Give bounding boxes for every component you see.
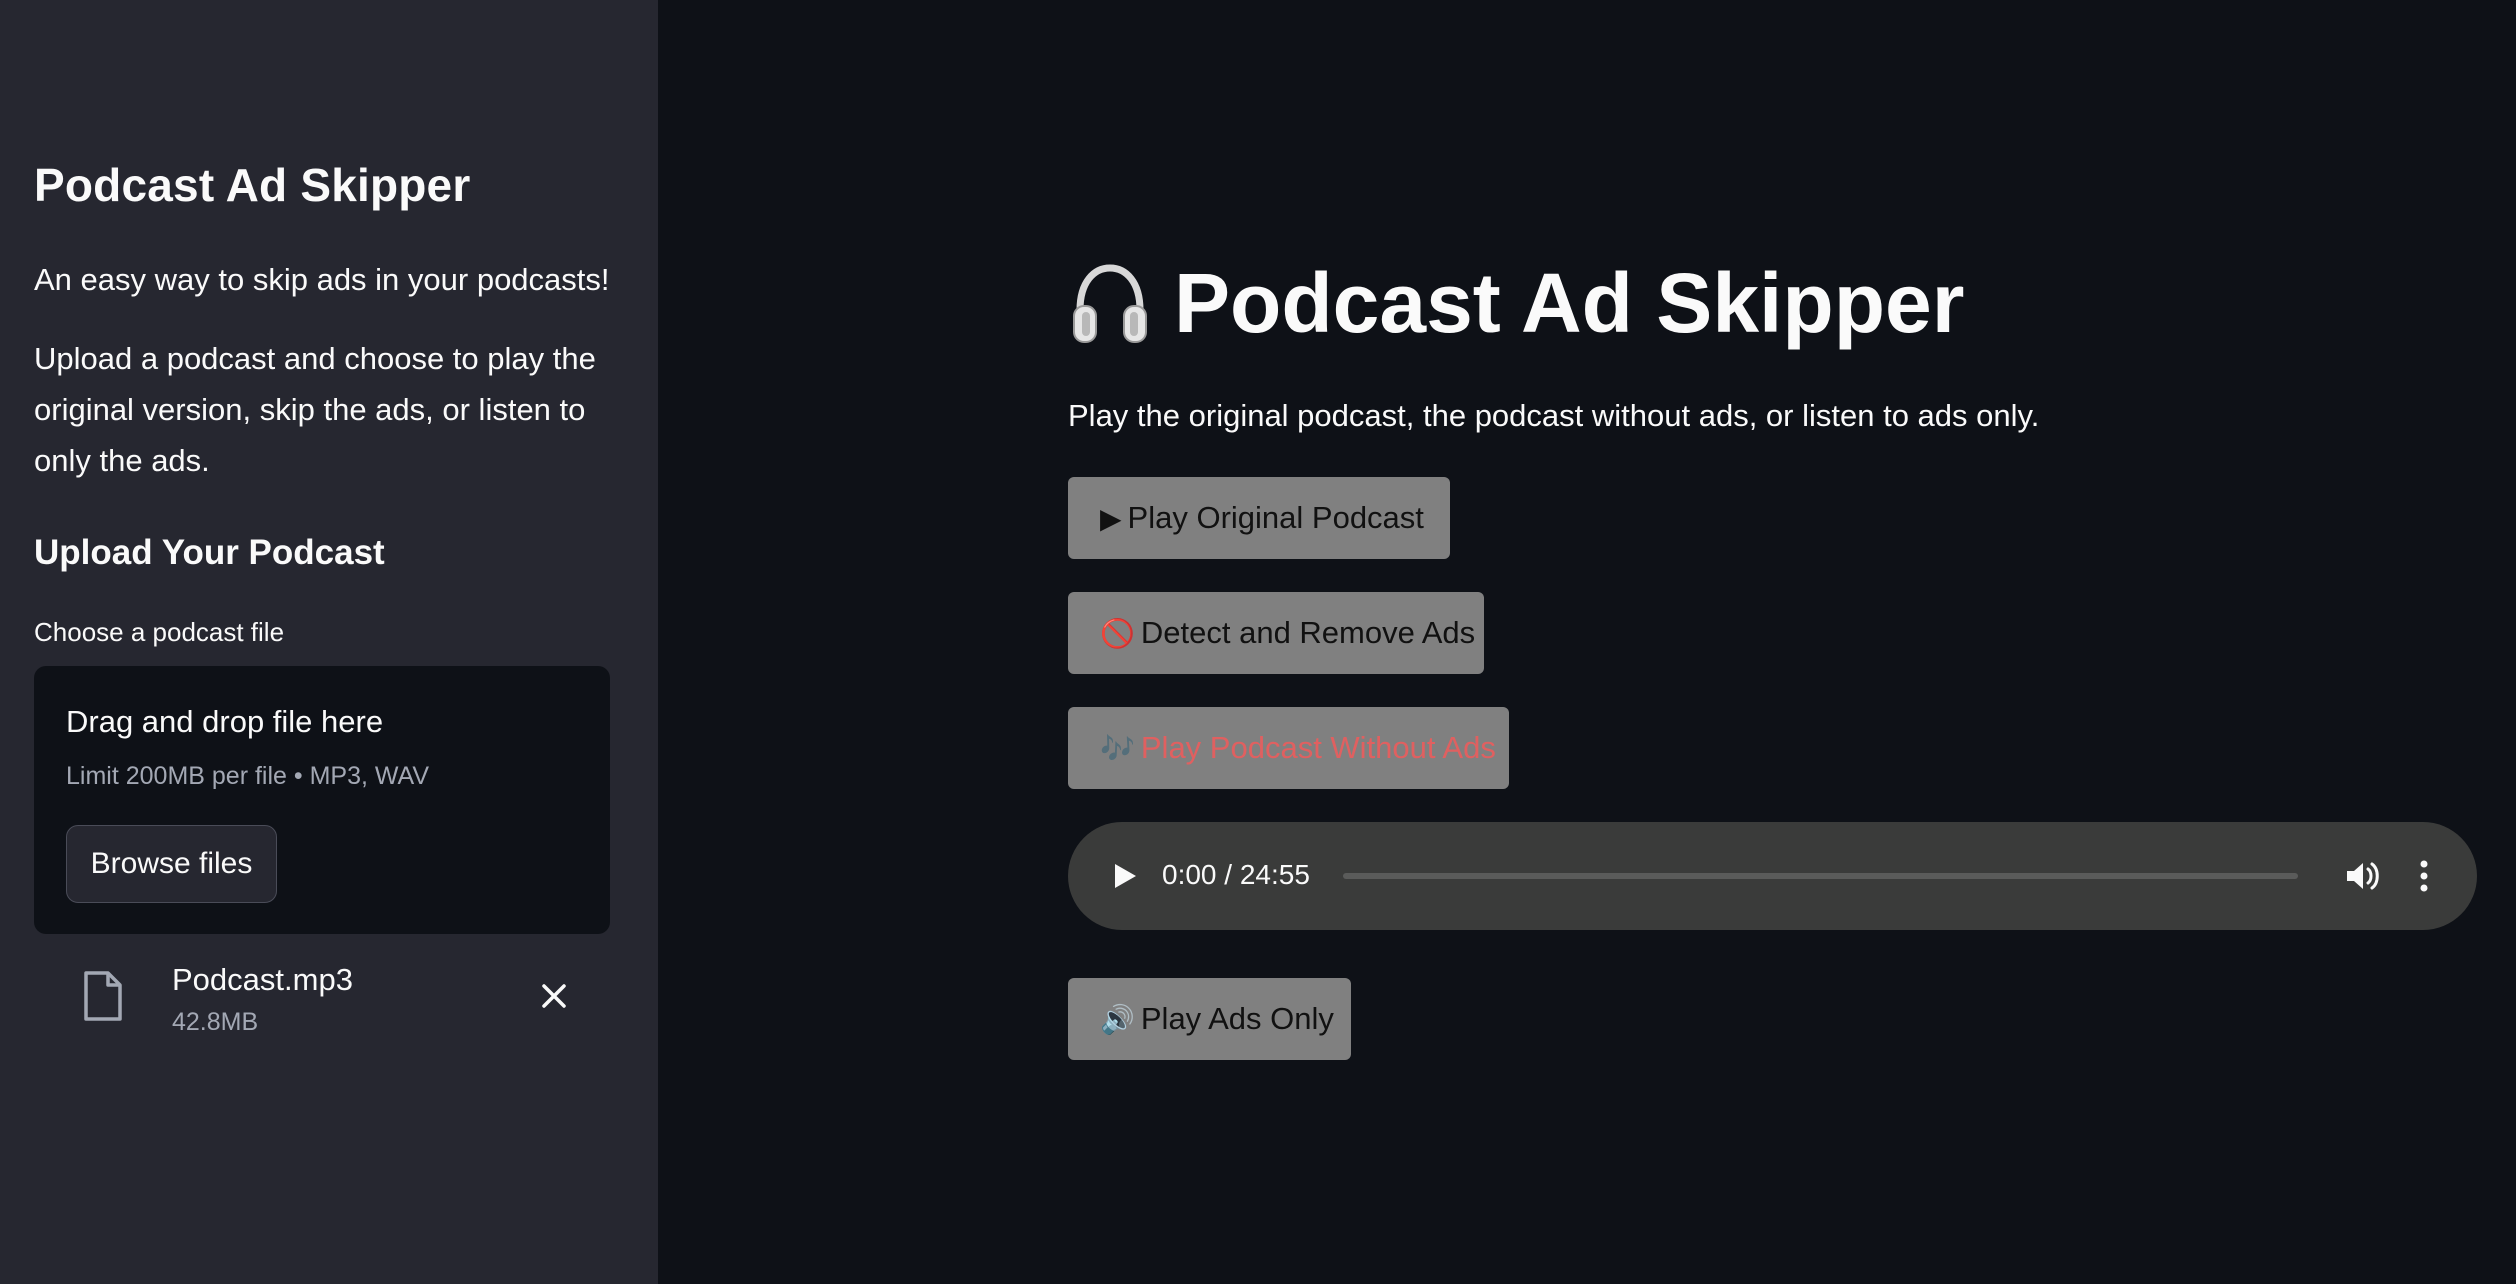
play-original-label: Play Original Podcast	[1127, 500, 1424, 535]
play-icon: ▶	[1100, 502, 1122, 534]
uploaded-file-item: Podcast.mp3 42.8MB	[34, 956, 610, 1046]
audio-player: 0:00 / 24:55	[1068, 822, 2477, 930]
close-icon[interactable]	[536, 978, 572, 1014]
audio-seek-bar[interactable]	[1343, 873, 2298, 879]
page-title: Podcast Ad Skipper	[1068, 255, 1964, 352]
sidebar-title: Podcast Ad Skipper	[34, 159, 471, 211]
sidebar-description: Upload a podcast and choose to play the …	[34, 341, 596, 478]
dropzone-title: Drag and drop file here	[66, 704, 384, 739]
file-uploader-label: Choose a podcast file	[34, 617, 285, 647]
audio-time: 0:00 / 24:55	[1162, 859, 1310, 890]
prohibited-icon: 🚫	[1100, 617, 1135, 649]
app: Podcast Ad Skipper An easy way to skip a…	[0, 0, 2516, 1284]
sidebar: Podcast Ad Skipper An easy way to skip a…	[0, 0, 658, 1284]
play-without-ads-button[interactable]: 🎶 Play Podcast Without Ads	[1068, 707, 1509, 789]
detect-remove-ads-label: Detect and Remove Ads	[1140, 615, 1476, 650]
headphones-icon	[1073, 263, 1147, 343]
uploaded-file-name: Podcast.mp3	[172, 962, 353, 997]
page-title-text: Podcast Ad Skipper	[1174, 256, 1965, 350]
page-description: Play the original podcast, the podcast w…	[1068, 398, 2040, 433]
file-icon	[84, 971, 122, 1021]
play-ads-only-label: Play Ads Only	[1140, 1001, 1334, 1036]
upload-heading: Upload Your Podcast	[34, 533, 385, 572]
detect-remove-ads-button[interactable]: 🚫 Detect and Remove Ads	[1068, 592, 1484, 674]
music-notes-icon: 🎶	[1100, 732, 1135, 764]
volume-icon[interactable]	[2342, 856, 2382, 896]
uploaded-file-size: 42.8MB	[172, 1008, 259, 1036]
play-ads-only-button[interactable]: 🔊 Play Ads Only	[1068, 978, 1351, 1060]
sidebar-tagline: An easy way to skip ads in your podcasts…	[34, 262, 610, 297]
dropzone-limit: Limit 200MB per file • MP3, WAV	[66, 762, 430, 790]
play-icon[interactable]	[1106, 858, 1142, 894]
file-dropzone[interactable]: Drag and drop file here Limit 200MB per …	[34, 666, 610, 934]
more-options-icon[interactable]	[2414, 856, 2434, 896]
main-content: Podcast Ad Skipper Play the original pod…	[658, 0, 2516, 1284]
play-original-button[interactable]: ▶ Play Original Podcast	[1068, 477, 1450, 559]
play-without-ads-label: Play Podcast Without Ads	[1140, 730, 1496, 765]
browse-files-button[interactable]: Browse files	[66, 825, 277, 903]
speaker-icon: 🔊	[1100, 1003, 1135, 1035]
